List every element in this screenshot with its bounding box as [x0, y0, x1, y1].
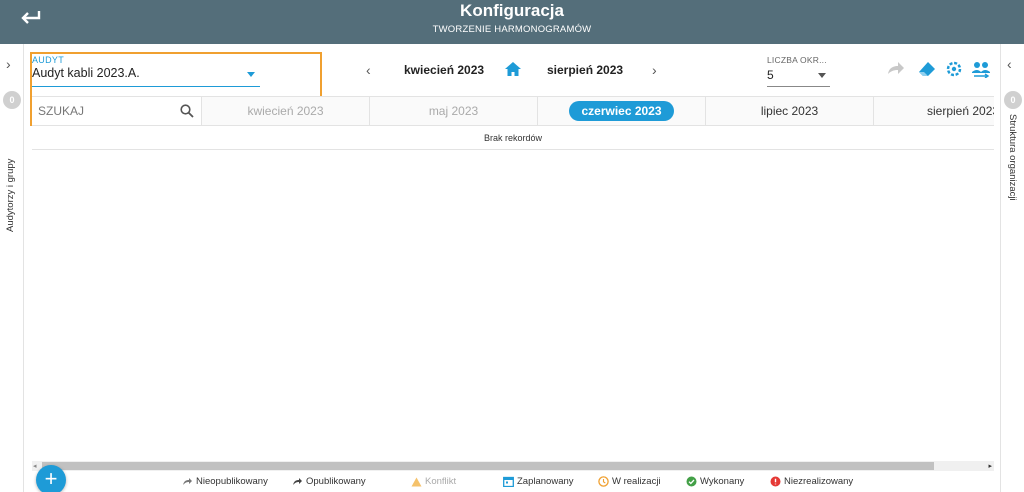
legend-label: Opublikowany: [306, 476, 366, 487]
eraser-icon[interactable]: [917, 60, 937, 78]
calendar-icon: [503, 476, 514, 487]
legend-item-conflict: Konflikt: [411, 476, 456, 487]
add-button[interactable]: +: [36, 465, 66, 492]
error-circle-icon: [770, 476, 781, 487]
scroll-left-arrow-icon[interactable]: ◂: [33, 462, 37, 470]
legend-label: Wykonany: [700, 476, 745, 487]
search-cell: [32, 97, 202, 125]
app-header: Konfiguracja TWORZENIE HARMONOGRAMÓW: [0, 0, 1024, 44]
home-icon[interactable]: [505, 62, 521, 76]
range-end-month: sierpień 2023: [547, 63, 624, 77]
legend-label: Nieopublikowany: [196, 476, 268, 487]
legend-label: W realizacji: [612, 476, 661, 487]
current-month-pill[interactable]: czerwiec 2023: [569, 101, 674, 121]
expand-left-panel-chevron-icon[interactable]: ›: [6, 56, 11, 72]
swap-users-icon[interactable]: [971, 60, 991, 78]
org-structure-panel-toggle[interactable]: Struktura organizacji: [1004, 114, 1022, 244]
month-column-header: sierpień 2023: [927, 104, 994, 118]
schedule-settings-icon[interactable]: [944, 60, 964, 78]
audit-select-underline: [32, 86, 260, 87]
page-title: Konfiguracja: [460, 1, 564, 20]
published-share-icon: [293, 478, 302, 485]
month-column-header: kwiecień 2023: [202, 97, 370, 125]
period-count-dropdown-arrow-icon[interactable]: [818, 73, 826, 78]
horizontal-scrollbar[interactable]: ◂ ▸: [32, 461, 994, 471]
right-panel-rail: ‹ 0 Struktura organizacji: [1000, 44, 1024, 492]
legend-label: Konflikt: [425, 476, 457, 487]
next-month-chevron-icon[interactable]: ›: [652, 62, 657, 78]
month-column-header: lipiec 2023: [706, 97, 874, 125]
scrollbar-thumb[interactable]: [42, 462, 934, 470]
month-column-header-current: czerwiec 2023: [538, 97, 706, 125]
legend-label: Zaplanowany: [517, 476, 574, 487]
audit-select[interactable]: Audyt kabli 2023.A.: [32, 66, 140, 80]
scroll-right-arrow-icon[interactable]: ▸: [988, 462, 992, 470]
org-structure-count-badge: 0: [1004, 91, 1022, 109]
legend-label: Niezrealizowany: [784, 476, 854, 487]
legend-item-not-done: Niezrealizowany: [770, 476, 853, 487]
expand-right-panel-chevron-icon[interactable]: ‹: [1007, 56, 1012, 72]
legend-item-in-progress: W realizacji: [598, 476, 661, 487]
previous-month-chevron-icon[interactable]: ‹: [366, 62, 371, 78]
empty-state-text: Brak rekordów: [32, 126, 994, 150]
month-column-header: maj 2023: [370, 97, 538, 125]
period-count-underline: [767, 86, 830, 87]
clock-icon: [598, 476, 609, 487]
audit-dropdown-arrow-icon[interactable]: [247, 72, 255, 77]
legend-item-unpublished: Nieopublikowany: [182, 476, 268, 487]
left-panel-rail: › 0 Audytorzy i grupy: [0, 44, 24, 492]
search-input[interactable]: [38, 102, 178, 120]
period-count-label: LICZBA OKR...: [767, 55, 827, 65]
unpublished-share-icon: [183, 478, 192, 485]
legend-item-planned: Zaplanowany: [503, 476, 574, 487]
org-structure-panel-label: Struktura organizacji: [1007, 114, 1018, 201]
legend-item-published: Opublikowany: [292, 476, 366, 487]
auditors-count-badge: 0: [3, 91, 21, 109]
range-start-month: kwiecień 2023: [404, 63, 485, 77]
search-icon[interactable]: [180, 104, 194, 118]
audit-select-label: AUDYT: [32, 55, 65, 65]
publish-forward-icon[interactable]: [886, 60, 906, 78]
auditors-panel-label: Audytorzy i grupy: [5, 158, 16, 232]
auditors-panel-toggle[interactable]: Audytorzy i grupy: [3, 114, 21, 244]
legend-item-done: Wykonany: [686, 476, 744, 487]
warning-triangle-icon: [411, 477, 422, 486]
schedule-grid-header: kwiecień 2023 maj 2023 czerwiec 2023 lip…: [32, 96, 994, 126]
check-circle-icon: [686, 476, 697, 487]
period-count-select[interactable]: 5: [767, 68, 774, 82]
page-subtitle: TWORZENIE HARMONOGRAMÓW: [432, 24, 592, 35]
